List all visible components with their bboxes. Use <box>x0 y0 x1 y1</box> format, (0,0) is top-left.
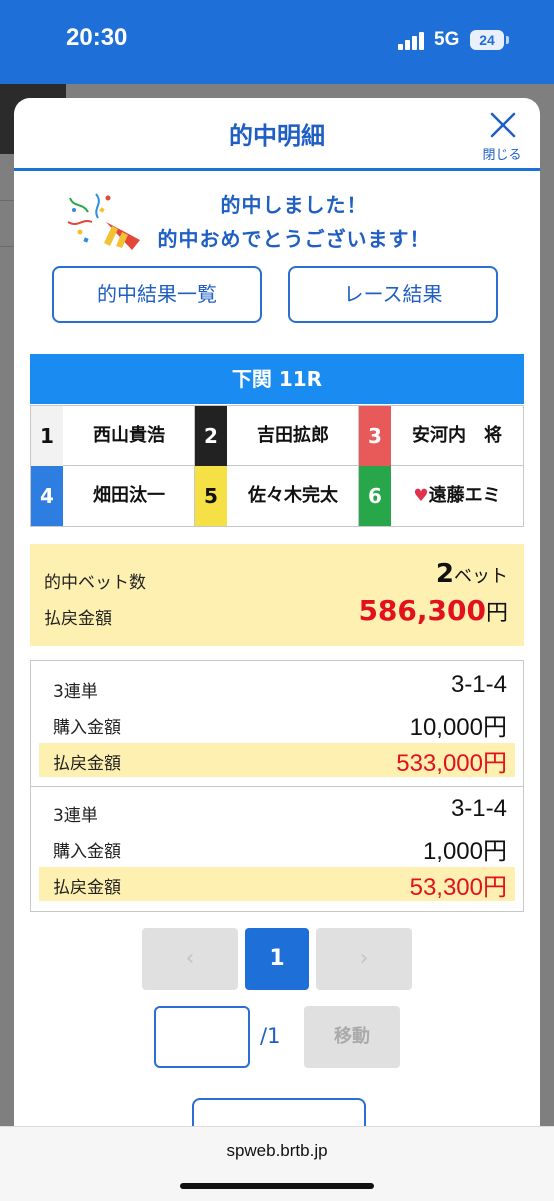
bet-row: 3連単 3-1-4 <box>39 671 515 705</box>
payout-unit: 円 <box>485 601 508 626</box>
bets-count: 2ベット <box>436 559 508 589</box>
page-total: /1 <box>260 1024 281 1048</box>
total-payout-value: 586,300 <box>358 594 486 627</box>
racer-grid: 1 西山貴浩 2 吉田拡郎 3 安河内 将 4 畑田汰一 5 佐々木完太 6 ♥… <box>30 405 524 527</box>
prev-page-button[interactable]: ‹ <box>142 928 238 990</box>
hit-detail-modal: 的中明細 閉じる 的中しました！ 的中おめでとうございます！ 的中結果一覧 レー… <box>14 98 540 1138</box>
racer-name: 畑田汰一 <box>93 485 165 506</box>
congrats-line: 的中おめでとうございます！ <box>157 227 431 251</box>
racer-cell: 6 ♥遠藤エミ <box>359 466 523 526</box>
racer-name: 佐々木完太 <box>248 485 338 506</box>
battery-tip <box>506 36 509 44</box>
congrats-message: 的中しました！ 的中おめでとうございます！ <box>124 188 464 256</box>
purchase-label: 購入金額 <box>53 842 121 862</box>
bets-count-value: 2 <box>435 559 454 589</box>
race-results-button[interactable]: レース結果 <box>288 266 498 323</box>
heart-icon: ♥ <box>413 486 429 506</box>
racer-name-with-heart: ♥遠藤エミ <box>391 466 523 526</box>
signal-icon <box>398 32 428 50</box>
go-button[interactable]: 移動 <box>304 1006 400 1068</box>
racer-name: 西山貴浩 <box>93 425 165 446</box>
payout-label: 払戻金額 <box>53 878 121 898</box>
modal-header: 的中明細 閉じる <box>14 98 540 171</box>
congrats-line: 的中しました！ <box>220 193 368 217</box>
payout-label: 払戻金額 <box>44 609 112 629</box>
hit-results-button[interactable]: 的中結果一覧 <box>52 266 262 323</box>
status-time: 20:30 <box>66 24 128 51</box>
status-bar: 20:30 5G 24 <box>0 0 554 84</box>
racer-number: 2 <box>195 406 227 466</box>
url-text[interactable]: spweb.brtb.jp <box>0 1141 554 1161</box>
payout-amount: 533,000円 <box>396 750 507 777</box>
bet-combo: 3-1-4 <box>450 795 507 822</box>
bet-row: 購入金額 1,000円 <box>39 831 515 865</box>
racer-cell: 5 佐々木完太 <box>195 466 359 526</box>
racer-number: 6 <box>359 466 391 526</box>
racer-name: 遠藤エミ <box>428 485 501 506</box>
hit-summary: 的中ベット数 2ベット 払戻金額 586,300円 <box>30 544 524 646</box>
purchase-amount: 10,000円 <box>409 714 507 741</box>
current-page-button[interactable]: 1 <box>245 928 309 990</box>
racer-cell: 2 吉田拡郎 <box>195 406 359 466</box>
bet-row: 3連単 3-1-4 <box>39 795 515 829</box>
bet-row: 購入金額 10,000円 <box>39 707 515 741</box>
racer-cell: 3 安河内 将 <box>359 406 523 466</box>
bet-combo: 3-1-4 <box>450 671 507 698</box>
next-page-button[interactable]: › <box>316 928 412 990</box>
racer-number: 1 <box>31 406 63 466</box>
total-payout: 586,300円 <box>358 594 508 627</box>
bet-payout-row: 払戻金額 53,300円 <box>39 867 515 901</box>
racer-cell: 1 西山貴浩 <box>31 406 195 466</box>
racer-number: 3 <box>359 406 391 466</box>
bet-list: 3連単 3-1-4 購入金額 10,000円 払戻金額 533,000円 3連単… <box>30 660 524 912</box>
racer-number: 4 <box>31 466 63 526</box>
bet-payout-row: 払戻金額 533,000円 <box>39 743 515 777</box>
payout-amount: 53,300円 <box>409 874 507 901</box>
bets-label: 的中ベット数 <box>44 573 146 593</box>
battery-icon: 24 <box>470 30 504 50</box>
home-indicator[interactable] <box>180 1183 374 1189</box>
bet-type: 3連単 <box>53 682 98 702</box>
battery-level: 24 <box>479 32 495 48</box>
network-type: 5G <box>434 29 460 50</box>
bet-item: 3連単 3-1-4 購入金額 1,000円 払戻金額 53,300円 <box>31 789 523 913</box>
close-label: 閉じる <box>482 148 522 163</box>
backdrop-divider <box>0 246 14 247</box>
payout-label: 払戻金額 <box>53 754 121 774</box>
modal-title: 的中明細 <box>229 122 325 150</box>
close-icon <box>490 112 516 138</box>
racer-cell: 4 畑田汰一 <box>31 466 195 526</box>
bet-type: 3連単 <box>53 806 98 826</box>
bet-divider <box>31 786 523 787</box>
bet-item: 3連単 3-1-4 購入金額 10,000円 払戻金額 533,000円 <box>31 665 523 789</box>
browser-url-bar[interactable]: spweb.brtb.jp <box>0 1126 554 1201</box>
racer-name: 安河内 将 <box>412 425 502 446</box>
racer-number: 5 <box>195 466 227 526</box>
close-button[interactable]: 閉じる <box>476 108 528 164</box>
backdrop-divider <box>0 200 14 201</box>
purchase-amount: 1,000円 <box>422 838 507 865</box>
race-header: 下関 11R <box>30 354 524 404</box>
bets-unit: ベット <box>454 566 508 587</box>
racer-name: 吉田拡郎 <box>257 425 329 446</box>
page-number-input[interactable] <box>154 1006 250 1068</box>
purchase-label: 購入金額 <box>53 718 121 738</box>
